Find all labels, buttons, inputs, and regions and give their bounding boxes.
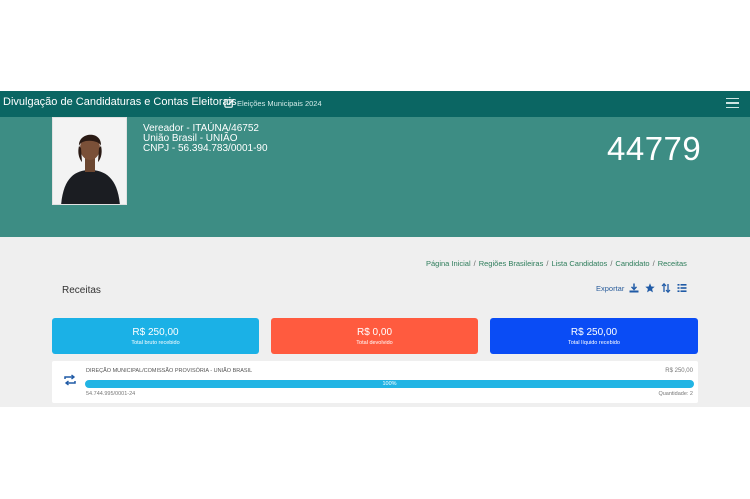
main-content: Página Inicial / Regiões Brasileiras / Lista… <box>0 237 750 407</box>
gross-total-caption: Total bruto recebido <box>131 340 180 346</box>
net-total-card: R$ 250,00 Total líquido recebido <box>490 318 698 354</box>
net-total-amount: R$ 250,00 <box>570 327 618 338</box>
candidate-cnpj: CNPJ - 56.394.783/0001-90 <box>143 143 268 154</box>
donor-name: DIREÇÃO MUNICIPAL/COMISSÃO PROVISÓRIA - … <box>86 368 253 374</box>
download-icon[interactable] <box>629 283 639 293</box>
page-title: Receitas <box>62 285 101 296</box>
menu-icon[interactable] <box>726 98 739 109</box>
donor-document: 54.744.995/0001-24 <box>86 391 136 397</box>
star-icon[interactable] <box>645 283 656 293</box>
returned-total-amount: R$ 0,00 <box>356 327 393 338</box>
receipt-value: R$ 250,00 <box>665 368 693 374</box>
returned-total-card: R$ 0,00 Total devolvido <box>271 318 478 354</box>
top-navbar: Divulgação de Candidaturas e Contas Elei… <box>0 91 750 117</box>
breadcrumb-regions[interactable]: Regiões Brasileiras <box>479 259 544 268</box>
breadcrumb-candidate[interactable]: Candidato <box>615 259 649 268</box>
receipt-item[interactable]: DIREÇÃO MUNICIPAL/COMISSÃO PROVISÓRIA - … <box>52 361 698 403</box>
export-label: Exportar <box>596 283 625 293</box>
progress-bar: 100% <box>85 380 694 388</box>
breadcrumb-home[interactable]: Página Inicial <box>426 259 471 268</box>
net-total-caption: Total líquido recebido <box>568 340 620 346</box>
site-title[interactable]: Divulgação de Candidaturas e Contas Elei… <box>3 96 237 108</box>
repeat-icon <box>64 374 76 386</box>
breadcrumb-receipts[interactable]: Receitas <box>658 259 687 268</box>
candidate-photo <box>52 117 127 205</box>
receipt-quantity: Quantidade: 2 <box>658 391 693 397</box>
gross-total-card: R$ 250,00 Total bruto recebido <box>52 318 259 354</box>
candidate-number: 44779 <box>607 130 702 167</box>
election-label[interactable]: Eleições Municipais 2024 <box>237 99 322 108</box>
returned-total-caption: Total devolvido <box>356 340 393 346</box>
candidate-header: Vereador - ITAÚNA/46752 União Brasil - U… <box>0 117 750 237</box>
breadcrumb: Página Inicial / Regiões Brasileiras / Lista… <box>426 259 687 268</box>
list-icon[interactable] <box>677 283 687 293</box>
toolbar: Exportar <box>596 282 693 294</box>
edit-icon <box>224 98 235 108</box>
sort-icon[interactable] <box>661 283 671 293</box>
progress-label: 100% <box>382 381 397 387</box>
gross-total-amount: R$ 250,00 <box>132 327 179 338</box>
breadcrumb-candidates[interactable]: Lista Candidatos <box>551 259 607 268</box>
